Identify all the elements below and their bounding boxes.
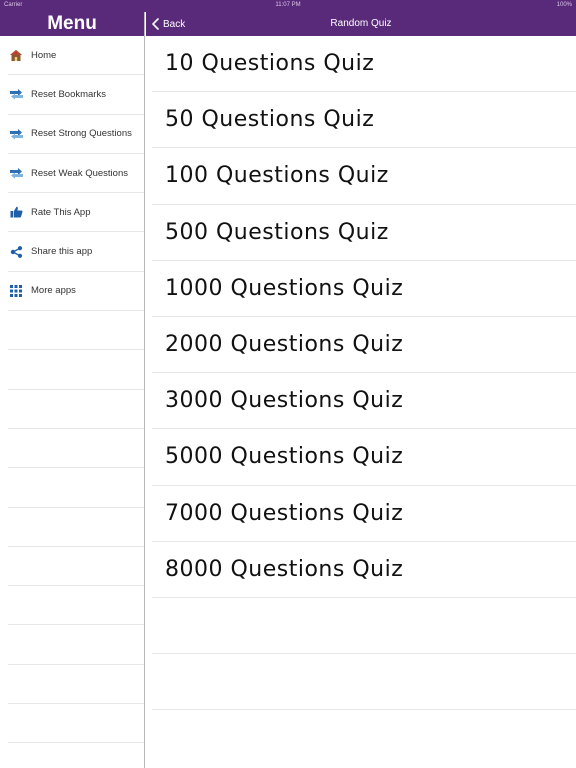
empty-row — [8, 429, 144, 469]
menu-item-more-apps[interactable]: More apps — [8, 272, 144, 312]
navigation-bar: Back Random Quiz — [146, 12, 576, 36]
empty-row — [152, 598, 576, 655]
quiz-option-1000[interactable]: 1000 Questions Quiz — [152, 261, 576, 317]
quiz-option-50[interactable]: 50 Questions Quiz — [152, 92, 576, 149]
menu-item-label: Reset Bookmarks — [31, 88, 106, 100]
quiz-option-5000[interactable]: 5000 Questions Quiz — [152, 429, 576, 486]
reset-icon — [8, 166, 24, 180]
empty-row — [8, 625, 144, 665]
grid-icon — [8, 284, 24, 298]
sidebar-title: Menu — [0, 12, 144, 36]
quiz-option-10[interactable]: 10 Questions Quiz — [152, 36, 576, 93]
menu-item-label: Reset Strong Questions — [31, 128, 132, 140]
status-bar: Carrier 11:07 PM 100% — [0, 0, 576, 12]
page-title: Random Quiz — [330, 18, 392, 29]
menu-item-label: Home — [31, 49, 57, 61]
quiz-option-100[interactable]: 100 Questions Quiz — [152, 148, 576, 205]
empty-row — [8, 547, 144, 587]
quiz-list: 10 Questions Quiz 50 Questions Quiz 100 … — [146, 36, 576, 711]
menu-item-label: Rate This App — [31, 206, 91, 218]
empty-row — [8, 508, 144, 547]
clock: 11:07 PM — [275, 2, 301, 8]
thumbs-up-icon — [8, 205, 24, 219]
empty-row — [8, 586, 144, 626]
empty-row — [8, 704, 144, 744]
quiz-option-3000[interactable]: 3000 Questions Quiz — [152, 373, 576, 430]
quiz-option-7000[interactable]: 7000 Questions Quiz — [152, 486, 576, 542]
quiz-option-8000[interactable]: 8000 Questions Quiz — [152, 542, 576, 598]
quiz-option-2000[interactable]: 2000 Questions Quiz — [152, 317, 576, 374]
empty-row — [152, 654, 576, 711]
menu-item-label: Share this app — [31, 246, 93, 258]
menu-item-label: Reset Weak Questions — [31, 167, 128, 179]
share-icon — [8, 245, 24, 259]
menu-item-reset-bookmarks[interactable]: Reset Bookmarks — [8, 75, 144, 115]
reset-icon — [8, 127, 24, 141]
menu-item-home[interactable]: Home — [8, 36, 144, 76]
empty-row — [8, 665, 144, 705]
menu-item-reset-strong[interactable]: Reset Strong Questions — [8, 115, 144, 154]
sidebar: Menu Home Reset Bookmarks Reset Strong Q… — [0, 12, 145, 768]
empty-row — [8, 311, 144, 351]
empty-row — [8, 468, 144, 508]
menu-list: Home Reset Bookmarks Reset Strong Questi… — [0, 36, 144, 744]
quiz-option-500[interactable]: 500 Questions Quiz — [152, 205, 576, 261]
battery-label: 100% — [556, 2, 572, 8]
menu-item-rate-app[interactable]: Rate This App — [8, 193, 144, 233]
house-icon — [8, 48, 24, 62]
empty-row — [8, 390, 144, 429]
menu-item-label: More apps — [31, 285, 76, 297]
main-panel: Back Random Quiz 10 Questions Quiz 50 Qu… — [146, 12, 576, 768]
menu-item-share-app[interactable]: Share this app — [8, 232, 144, 272]
reset-icon — [8, 87, 24, 101]
menu-item-reset-weak[interactable]: Reset Weak Questions — [8, 154, 144, 194]
empty-row — [8, 350, 144, 390]
